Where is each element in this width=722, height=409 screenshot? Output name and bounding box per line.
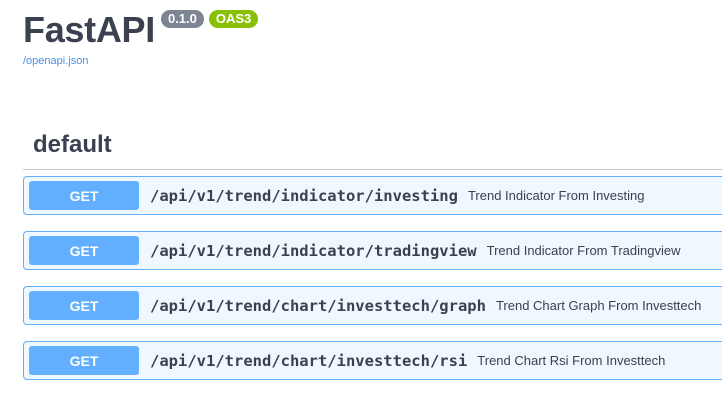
method-badge: GET [29,181,139,210]
section-title: default [33,131,112,158]
operation-get-indicator-investing[interactable]: GET /api/v1/trend/indicator/investing Tr… [23,176,722,215]
swagger-page: FastAPI 0.1.0 OAS3 /openapi.json default… [0,0,722,409]
method-badge: GET [29,236,139,265]
method-badge: GET [29,291,139,320]
method-badge: GET [29,346,139,375]
operation-summary: Trend Indicator From Tradingview [486,243,681,258]
operation-summary: Trend Chart Graph From Investtech [495,298,702,313]
operation-summary: Trend Indicator From Investing [467,188,645,203]
operation-path: /api/v1/trend/indicator/tradingview [150,241,477,260]
operation-path: /api/v1/trend/chart/investtech/graph [150,296,486,315]
operation-get-indicator-tradingview[interactable]: GET /api/v1/trend/indicator/tradingview … [23,231,722,270]
oas-badge: OAS3 [208,10,259,28]
openapi-json-link[interactable]: /openapi.json [23,55,88,67]
page-title: FastAPI [23,9,155,50]
operation-path: /api/v1/trend/chart/investtech/rsi [150,351,468,370]
api-title-row: FastAPI 0.1.0 OAS3 [23,8,259,52]
version-badge: 0.1.0 [160,10,204,28]
tag-section-default[interactable]: default [23,127,722,170]
operation-summary: Trend Chart Rsi From Investtech [477,353,666,368]
operation-path: /api/v1/trend/indicator/investing [150,186,458,205]
operation-get-chart-investtech-graph[interactable]: GET /api/v1/trend/chart/investtech/graph… [23,286,722,325]
operation-get-chart-investtech-rsi[interactable]: GET /api/v1/trend/chart/investtech/rsi T… [23,341,722,380]
